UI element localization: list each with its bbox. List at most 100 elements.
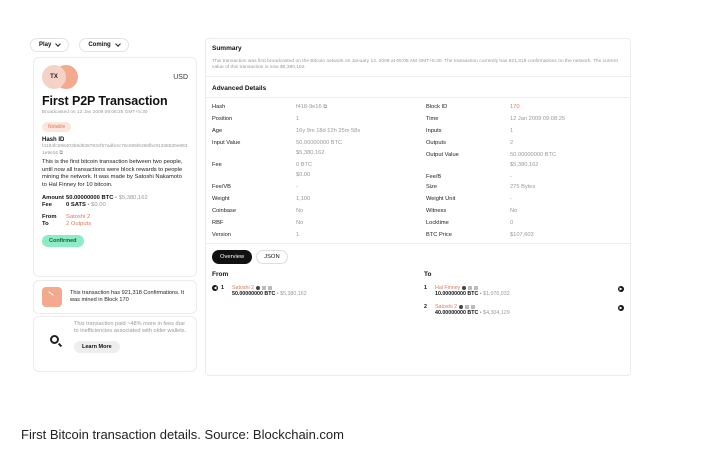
detail-value: 50.00000000 BTC xyxy=(296,140,343,146)
detail-label: Version xyxy=(212,232,231,238)
fee-label: Fee xyxy=(42,202,52,209)
output-amount: 10.00000000 BTC xyxy=(435,291,479,297)
detail-row-output-value: Output Value 50.00000000 BTC xyxy=(426,152,556,158)
detail-row-fee-usd: $0.00 xyxy=(212,172,310,178)
detail-row-hash: Hash f418-9e16 ⧉ xyxy=(212,104,327,111)
broadcast-time: Broadcasted on 12 Jan 2009 09:08:25 GMT+… xyxy=(42,110,148,115)
detail-value: $0.00 xyxy=(296,172,311,178)
fee-usd: $0.00 xyxy=(91,202,106,209)
detail-row-input-value: Input Value 50.00000000 BTC xyxy=(212,140,342,146)
qr-icon[interactable] xyxy=(268,285,273,290)
hash-id-text: f4184fc596403b9d638783cf57adfe4c75c605f6… xyxy=(42,144,188,156)
chevron-down-icon xyxy=(55,41,62,47)
detail-value: No xyxy=(296,208,304,214)
copy-icon[interactable] xyxy=(465,304,470,309)
amount-usd: $5,380,162 xyxy=(118,195,148,202)
detail-value: 16y 9m 18d 12h 25m 58s xyxy=(296,128,361,134)
output-sep: • xyxy=(479,310,482,316)
play-dropdown[interactable]: Play xyxy=(30,38,70,52)
detail-label xyxy=(212,172,296,178)
divider xyxy=(206,243,630,244)
detail-label: BTC Price xyxy=(426,232,452,238)
from-link[interactable]: Satoshi 2 xyxy=(66,214,90,220)
output-index: 1 xyxy=(424,285,427,291)
coming-dropdown[interactable]: Coming xyxy=(79,38,129,52)
detail-value: No xyxy=(510,208,518,214)
qr-icon[interactable] xyxy=(474,285,479,290)
detail-label: Outputs xyxy=(426,140,446,146)
summary-text: This transaction was first broadcasted o… xyxy=(212,59,618,71)
qr-icon[interactable] xyxy=(471,304,476,309)
fee-row: Fee 0 SATS • $0.00 xyxy=(42,202,188,208)
fee-info-text: This transaction paid ~48% more in fees … xyxy=(74,321,187,334)
detail-row-rbf: RBF No xyxy=(212,220,303,226)
detail-label: Fee xyxy=(212,162,222,168)
detail-label: Fee/B xyxy=(426,174,442,180)
detail-label: Locktime xyxy=(426,220,449,226)
detail-row-fee-b: Fee/B - xyxy=(426,174,512,180)
copy-icon[interactable]: ⧉ xyxy=(323,104,327,110)
output-index: 2 xyxy=(424,304,427,310)
play-dropdown-label: Play xyxy=(39,42,52,48)
detail-label: Input Value xyxy=(212,140,241,146)
output-amount: 40.00000000 BTC xyxy=(435,310,479,316)
detail-row-age: Age 16y 9m 18d 12h 25m 58s xyxy=(212,128,360,134)
output-usd: $1,076,032 xyxy=(483,291,510,297)
detail-label: Position xyxy=(212,116,233,122)
from-heading: From xyxy=(212,271,229,278)
tx-badge: TX xyxy=(42,65,78,89)
detail-label: Hash xyxy=(212,104,226,110)
detail-value: 275 Bytes xyxy=(510,184,536,190)
detail-value: $107,603 xyxy=(510,232,534,238)
hash-id-value: f4184fc596403b9d638783cf57adfe4c75c605f6… xyxy=(42,144,188,157)
from-label: From xyxy=(42,214,57,221)
divider xyxy=(206,76,630,77)
learn-more-button[interactable]: Learn More xyxy=(74,341,120,353)
detail-label xyxy=(212,150,296,156)
output-details: Satoshi 2 40.00000000 BTC • $4,304,129 xyxy=(435,304,510,316)
tab-json[interactable]: JSON xyxy=(256,250,288,264)
detail-label: Block ID xyxy=(426,104,448,110)
amount-usd-sep: • xyxy=(115,195,118,202)
confirmations-info: This transaction has 921,318 Confirmatio… xyxy=(33,280,197,314)
arrow-left-icon[interactable]: ◀ xyxy=(212,285,218,291)
detail-row-time: Time 12 Jan 2009 09:08:25 xyxy=(426,116,565,122)
detail-value: 50.00000000 BTC xyxy=(510,152,557,158)
detail-label: Witness xyxy=(426,208,447,214)
to-link[interactable]: 2 Outputs xyxy=(66,221,91,227)
detail-value: 12 Jan 2009 09:08:25 xyxy=(510,116,566,122)
page-title: First P2P Transaction xyxy=(42,94,168,108)
currency-label[interactable]: USD xyxy=(173,74,188,81)
check-icon xyxy=(256,285,261,290)
block-id-link[interactable]: 170 xyxy=(510,104,520,110)
hash-short: f418-9e16 xyxy=(296,104,322,110)
detail-value: 1 xyxy=(510,128,514,134)
tab-overview[interactable]: Overview xyxy=(212,250,253,264)
detail-value: - xyxy=(296,184,298,190)
output-usd: $4,304,129 xyxy=(483,310,510,316)
output-sep: • xyxy=(479,291,482,297)
arrow-right-icon[interactable]: ▶ xyxy=(618,286,624,292)
detail-label: Weight xyxy=(212,196,230,202)
copy-icon[interactable]: ⧉ xyxy=(59,151,62,156)
transaction-description: This is the first bitcoin transaction be… xyxy=(42,159,183,188)
to-row: To 2 Outputs xyxy=(42,221,188,227)
amount-label: Amount xyxy=(42,195,64,202)
detail-label: Inputs xyxy=(426,128,442,134)
detail-value: 0 BTC xyxy=(296,162,313,168)
detail-value: $5,380,162 xyxy=(296,150,325,156)
detail-value: 1 xyxy=(296,116,300,122)
copy-icon[interactable] xyxy=(468,285,473,290)
detail-label: Time xyxy=(426,116,439,122)
fee-info: This transaction paid ~48% more in fees … xyxy=(33,316,197,372)
amount-btc: 50.00000000 BTC xyxy=(66,195,114,202)
detail-row-fee: Fee 0 BTC xyxy=(212,162,312,168)
amount-row: Amount 50.00000000 BTC • $5,380,162 xyxy=(42,195,188,201)
input-amount-line: 50.00000000 BTC • $5,380,162 xyxy=(232,291,307,297)
detail-value: f418-9e16 ⧉ xyxy=(296,104,327,111)
status-badge: Confirmed xyxy=(42,235,84,248)
arrow-right-icon[interactable]: ▶ xyxy=(618,305,624,311)
copy-icon[interactable] xyxy=(262,285,267,290)
divider xyxy=(206,97,630,98)
hash-id-label: Hash ID xyxy=(42,137,65,143)
